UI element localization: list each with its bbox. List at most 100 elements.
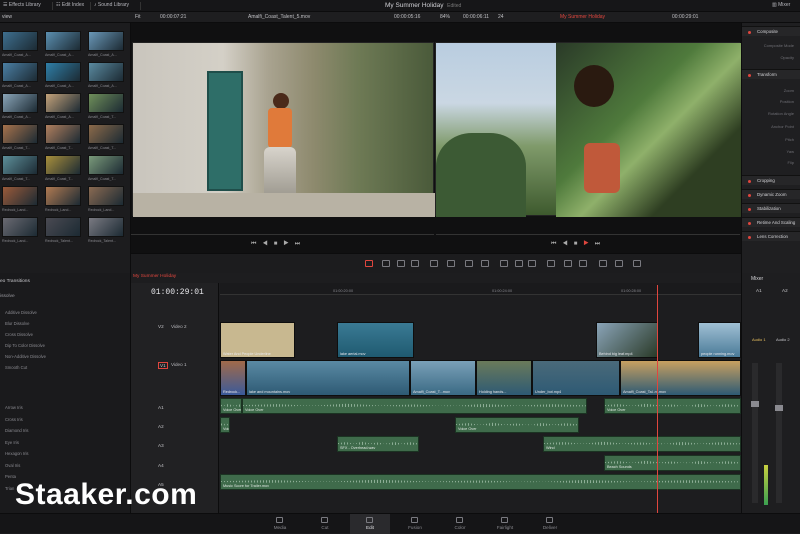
toolbar-tool-icon[interactable] <box>599 260 607 267</box>
source-scrubber[interactable] <box>131 234 434 235</box>
audio-clip[interactable]: Voice Over <box>242 398 587 414</box>
page-tab-deliver[interactable]: Deliver <box>530 517 570 530</box>
transition-item[interactable]: Dip To Color Dissolve <box>5 343 45 348</box>
media-thumbnail[interactable] <box>2 186 38 206</box>
toolbar-tool-icon[interactable] <box>397 260 405 267</box>
audio-clip[interactable]: Voice Over <box>220 417 230 433</box>
toolbar-tool-icon[interactable] <box>481 260 489 267</box>
transition-item[interactable]: Additive Dissolve <box>5 310 37 315</box>
zoom-dropdown[interactable]: 84% <box>440 14 450 20</box>
inspector-cropping-header[interactable]: Cropping <box>742 175 800 185</box>
transition-item[interactable]: Cross Iris <box>5 417 23 422</box>
media-thumbnail[interactable] <box>45 155 81 175</box>
video-clip[interactable]: people running.mov <box>698 322 741 358</box>
media-thumbnail[interactable] <box>88 186 124 206</box>
toolbar-tool-icon[interactable] <box>615 260 623 267</box>
transition-item[interactable]: Eye Iris <box>5 440 19 445</box>
inspector-transform-header[interactable]: Transform <box>742 69 800 79</box>
media-thumbnail[interactable] <box>88 93 124 113</box>
inspector-dynamic-zoom-header[interactable]: Dynamic Zoom <box>742 189 800 199</box>
audio-clip[interactable]: Wind <box>543 436 741 452</box>
record-viewer[interactable] <box>435 42 741 217</box>
source-clip-name[interactable]: Amalfi_Coast_Talent_5.mov <box>248 14 310 20</box>
transition-item[interactable]: Hexagon Iris <box>5 451 29 456</box>
audio-clip[interactable]: Voice Over <box>604 398 741 414</box>
audio-clip[interactable]: SFX - Overhead.wav <box>337 436 419 452</box>
inspector-retime-header[interactable]: Retime And Scaling <box>742 217 800 227</box>
media-thumbnail[interactable] <box>45 186 81 206</box>
page-tab-media[interactable]: Media <box>260 517 300 530</box>
video-clip[interactable]: Behind big leaf.mp4 <box>596 322 658 358</box>
fader-a1[interactable] <box>751 401 759 407</box>
toolbar-tool-icon[interactable] <box>465 260 473 267</box>
media-thumbnail[interactable] <box>45 217 81 237</box>
transition-item[interactable]: Oval Iris <box>5 463 20 468</box>
media-thumbnail[interactable] <box>2 124 38 144</box>
record-transport-controls[interactable]: ⏮◀■▶⏭ <box>551 241 606 248</box>
track-v1-id[interactable]: V1 <box>158 362 168 369</box>
enable-dot-icon[interactable] <box>748 180 751 183</box>
inspector-stabilization-header[interactable]: Stabilization <box>742 203 800 213</box>
video-clip[interactable]: lake and mountains.mov <box>246 360 410 396</box>
toolbar-tool-icon[interactable] <box>430 260 438 267</box>
media-thumbnail[interactable] <box>88 124 124 144</box>
toolbar-tool-icon[interactable] <box>564 260 572 267</box>
transition-item[interactable]: Non-Additive Dissolve <box>5 354 46 359</box>
transition-item[interactable]: Smooth Cut <box>5 365 27 370</box>
video-transitions-header[interactable]: eo Transitions <box>0 279 30 284</box>
media-thumbnail[interactable] <box>88 31 124 51</box>
media-thumbnail[interactable] <box>2 31 38 51</box>
transition-item[interactable]: Trian <box>5 486 14 491</box>
effects-library-tab[interactable]: ☰ Effects Library <box>3 2 41 8</box>
transition-item[interactable]: Cross Dissolve <box>5 332 33 337</box>
inspector-lens-header[interactable]: Lens Correction <box>742 231 800 241</box>
enable-dot-icon[interactable] <box>748 236 751 239</box>
view-menu[interactable]: view <box>2 14 12 20</box>
page-tab-fairlight[interactable]: Fairlight <box>485 517 525 530</box>
media-thumbnail[interactable] <box>45 124 81 144</box>
video-clip[interactable]: Amalfi_Coast_T...mov <box>410 360 476 396</box>
transition-item[interactable]: Blur Dissolve <box>5 321 29 326</box>
media-thumbnail[interactable] <box>88 155 124 175</box>
media-thumbnail[interactable] <box>2 155 38 175</box>
media-thumbnail[interactable] <box>2 93 38 113</box>
fit-dropdown[interactable]: Fit <box>135 14 141 20</box>
fader-track-a1[interactable] <box>752 363 758 503</box>
page-tab-color[interactable]: Color <box>440 517 480 530</box>
media-thumbnail[interactable] <box>45 93 81 113</box>
fader-a2[interactable] <box>775 405 783 411</box>
toolbar-tool-icon[interactable] <box>515 260 523 267</box>
video-clip[interactable]: Amalfi_Coast_Tal..nt.mov <box>620 360 741 396</box>
media-thumbnail[interactable] <box>2 62 38 82</box>
timeline-name-dropdown[interactable]: My Summer Holiday <box>560 14 605 20</box>
enable-dot-icon[interactable] <box>748 74 751 77</box>
toolbar-tool-icon[interactable] <box>365 260 373 267</box>
audio-clip[interactable]: Voice Over <box>455 417 579 433</box>
fader-track-a2[interactable] <box>776 363 782 503</box>
video-clip[interactable]: Holding hands... <box>476 360 532 396</box>
source-transport-controls[interactable]: ⏮◀■▶⏭ <box>251 241 306 248</box>
playhead[interactable] <box>657 285 658 513</box>
page-tab-fusion[interactable]: Fusion <box>395 517 435 530</box>
toolbar-tool-icon[interactable] <box>447 260 455 267</box>
audio-clip[interactable]: Voice Over <box>220 398 242 414</box>
media-thumbnail[interactable] <box>88 62 124 82</box>
video-clip[interactable]: Under_bot.mp4 <box>532 360 620 396</box>
mixer-tab[interactable]: ▥ Mixer <box>772 2 790 8</box>
inspector-composite-header[interactable]: Composite <box>742 26 800 36</box>
sound-library-tab[interactable]: ♪ Sound Library <box>94 2 129 8</box>
media-thumbnail[interactable] <box>45 62 81 82</box>
toolbar-tool-icon[interactable] <box>633 260 641 267</box>
enable-dot-icon[interactable] <box>748 208 751 211</box>
toolbar-tool-icon[interactable] <box>411 260 419 267</box>
media-thumbnail[interactable] <box>88 217 124 237</box>
audio-clip[interactable]: Beach Sounds <box>604 455 741 471</box>
enable-dot-icon[interactable] <box>748 222 751 225</box>
media-thumbnail[interactable] <box>2 217 38 237</box>
transition-item[interactable]: Arrow Iris <box>5 405 23 410</box>
toolbar-tool-icon[interactable] <box>579 260 587 267</box>
record-scrubber[interactable] <box>436 234 740 235</box>
page-tab-edit[interactable]: Edit <box>350 514 390 534</box>
video-clip[interactable]: Redrock... <box>220 360 246 396</box>
page-tab-cut[interactable]: Cut <box>305 517 345 530</box>
